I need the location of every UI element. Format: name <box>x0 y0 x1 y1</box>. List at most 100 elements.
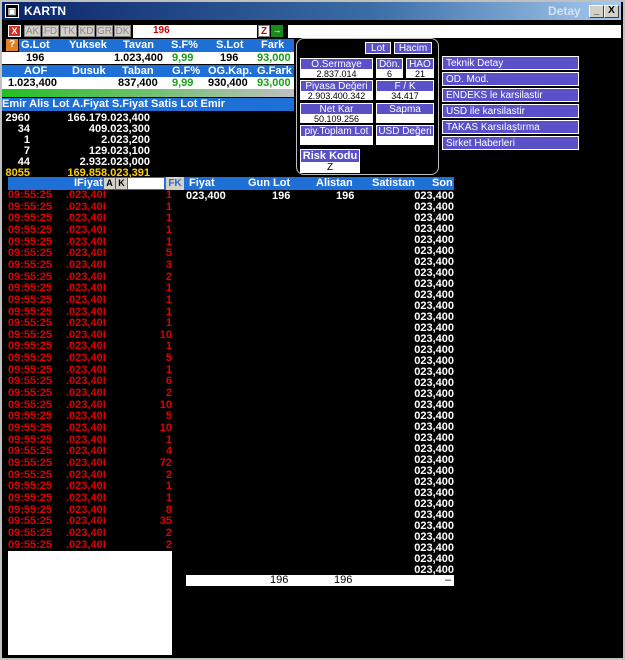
piyasa-degeri-button[interactable]: Piyasa Değeri <box>300 80 373 92</box>
trade-row[interactable]: 09:55:25 .023,40I 2 <box>8 527 172 539</box>
trade-lot: 1 <box>165 305 172 318</box>
trade-price: .023,40I <box>66 433 106 446</box>
trade-row[interactable]: 09:55:25 .023,40I 5 <box>8 248 172 259</box>
lot-button[interactable]: Lot <box>365 42 391 54</box>
trade-row[interactable]: 09:55:25 .023,40I 1 <box>8 481 172 492</box>
trade-row[interactable]: 09:55:25 .023,40I 5 <box>8 411 172 422</box>
trade-row[interactable]: 09:55:25 .023,40I 1 <box>8 305 172 318</box>
trade-row[interactable]: 09:55:25 .023,40I 1 <box>8 283 172 294</box>
usd-compare-button[interactable]: USD ile karsilastir <box>442 104 579 118</box>
trade-row[interactable]: 09:55:25 .023,40I 1 <box>8 224 172 236</box>
trade-row[interactable]: 09:55:25 .023,40I 1 <box>8 318 172 329</box>
sapma-button[interactable]: Sapma <box>376 103 434 115</box>
tab-fd[interactable]: FD <box>42 25 59 37</box>
trade-row[interactable]: 09:55:25 .023,40I 72 <box>8 456 172 469</box>
trade-price: .023,40I <box>66 328 106 341</box>
hdr-fiyat: Fiyat <box>189 177 215 189</box>
sort-a-button[interactable]: A <box>104 178 115 189</box>
hdr-sf: S.F% <box>171 39 198 51</box>
trade-row[interactable]: 09:55:25 .023,40I 3 <box>8 258 172 271</box>
o-sermaye-button[interactable]: Ö.Sermaye <box>300 58 373 70</box>
toolbar-close-icon[interactable]: X <box>8 25 21 37</box>
close-button[interactable]: X <box>604 5 619 18</box>
trade-row[interactable]: 09:55:25 .023,40I 1 <box>8 236 172 248</box>
trade-row[interactable]: 09:55:25 .023,40I 5 <box>8 353 172 364</box>
trade-time: 09:55:25 <box>8 258 53 271</box>
minimize-button[interactable]: _ <box>589 5 604 18</box>
trade-row[interactable]: 09:55:25 .023,40I 2 <box>8 469 172 481</box>
trade-row[interactable]: 09:55:25 .023,40I 35 <box>8 516 172 527</box>
trade-time: 09:55:25 <box>8 282 53 295</box>
hdr-satis-lot: Satis Lot <box>151 98 198 110</box>
trade-row[interactable]: 09:55:25 .023,40I 2 <box>8 270 172 283</box>
trade-row[interactable]: 09:55:25 .023,40I 10 <box>8 328 172 341</box>
trade-row[interactable]: 09:55:25 .023,40I 1 <box>8 190 172 201</box>
hdr-emir-buy: Emir <box>2 98 27 110</box>
endeks-compare-button[interactable]: ENDEKS le karsilastir <box>442 88 579 102</box>
go-arrow-icon[interactable]: → <box>271 25 283 37</box>
teknik-detay-button[interactable]: Teknik Detay <box>442 56 579 70</box>
trade-time: 09:55:25 <box>8 387 53 400</box>
tab-kd[interactable]: KD <box>78 25 95 37</box>
filter-input[interactable] <box>128 178 164 189</box>
title-bar[interactable]: ▣ KARTN Detay _ X <box>2 2 621 20</box>
secondary-input[interactable] <box>288 25 621 38</box>
hacim-button[interactable]: Hacim <box>394 42 432 54</box>
trade-lot: 6 <box>165 375 172 388</box>
trade-row[interactable]: 09:55:25 .023,40I 10 <box>8 399 172 411</box>
trade-time: 09:55:25 <box>8 480 53 493</box>
piy-toplam-lot-value <box>300 137 373 145</box>
trade-time: 09:55:25 <box>8 270 53 283</box>
tab-tk[interactable]: TK <box>60 25 77 37</box>
hao-button[interactable]: HAO <box>406 58 434 70</box>
trade-row[interactable]: 09:55:25 .023,40I 2 <box>8 538 172 551</box>
trade-row[interactable]: 09:55:25 .023,40I 1 <box>8 433 172 446</box>
tab-ak[interactable]: AK <box>24 25 41 37</box>
trade-time: 09:55:25 <box>8 503 53 516</box>
tab-dk[interactable]: DK <box>114 25 131 37</box>
trade-lot: 72 <box>159 456 172 469</box>
z-button[interactable]: Z <box>258 25 270 37</box>
val-aof: 1.023,400 <box>8 77 57 89</box>
trade-row[interactable]: 09:55:25 .023,40I 1 <box>8 201 172 213</box>
fk-button[interactable]: F / K <box>376 80 434 92</box>
sort-k-button[interactable]: K <box>116 178 127 189</box>
hdr-glot: G.Lot <box>21 39 50 51</box>
trade-row[interactable]: 09:55:25 .023,40I 8 <box>8 503 172 516</box>
trade-row[interactable]: 09:55:25 .023,40I 1 <box>8 364 172 376</box>
trades-list[interactable]: 09:55:25.023,40I 1 09:55:25.023,40I 1 09:55:… <box>8 190 172 551</box>
piy-toplam-lot-button[interactable]: piy.Toplam Lot <box>300 125 373 137</box>
tab-gr[interactable]: GR <box>96 25 113 37</box>
trade-time: 09:55:25 <box>8 305 53 318</box>
hdr-afiyat: A.Fiyat <box>72 98 109 110</box>
trade-row[interactable]: 09:55:25 .023,40I 6 <box>8 376 172 387</box>
trade-time: 09:55:25 <box>8 247 53 260</box>
trade-row[interactable]: 09:55:25 .023,40I 1 <box>8 341 172 352</box>
trade-price: .023,40I <box>66 247 106 260</box>
risk-kodu-button[interactable]: Risk Kodu <box>300 149 360 163</box>
net-kar-button[interactable]: Net Kar <box>300 103 373 115</box>
window-title: KARTN <box>24 4 66 18</box>
trade-row[interactable]: 09:55:25 .023,40I 1 <box>8 294 172 306</box>
trade-row[interactable]: 09:55:25 .023,40I 1 <box>8 213 172 224</box>
usd-degeri-button[interactable]: USD Değeri <box>376 125 434 137</box>
od-mod-button[interactable]: OD. Mod. <box>442 72 579 86</box>
don-button[interactable]: Dön. <box>376 58 403 70</box>
trade-row[interactable]: 09:55:25 .023,40I 1 <box>8 491 172 504</box>
val-glot: 196 <box>26 52 45 64</box>
progress-bar <box>2 89 294 97</box>
takas-compare-button[interactable]: TAKAS Karsılaştırma <box>442 120 579 134</box>
trade-row[interactable]: 09:55:25 .023,40I 2 <box>8 388 172 399</box>
sirket-haberleri-button[interactable]: Sirket Haberleri <box>442 136 579 150</box>
trade-lot: 1 <box>165 491 172 504</box>
trade-lot: 5 <box>165 352 172 365</box>
trade-time: 09:55:25 <box>8 538 53 551</box>
trade-lot: 2 <box>165 538 172 551</box>
trade-time: 09:55:25 <box>8 375 53 388</box>
trade-row[interactable]: 09:55:25 .023,40I 4 <box>8 446 172 457</box>
help-icon[interactable]: ? <box>6 39 18 51</box>
trade-row[interactable]: 09:55:25 .023,40I 10 <box>8 423 172 434</box>
code-input[interactable]: 196 <box>133 25 257 38</box>
usd-degeri-value <box>376 137 434 145</box>
trade-time: 09:55:25 <box>8 340 53 353</box>
